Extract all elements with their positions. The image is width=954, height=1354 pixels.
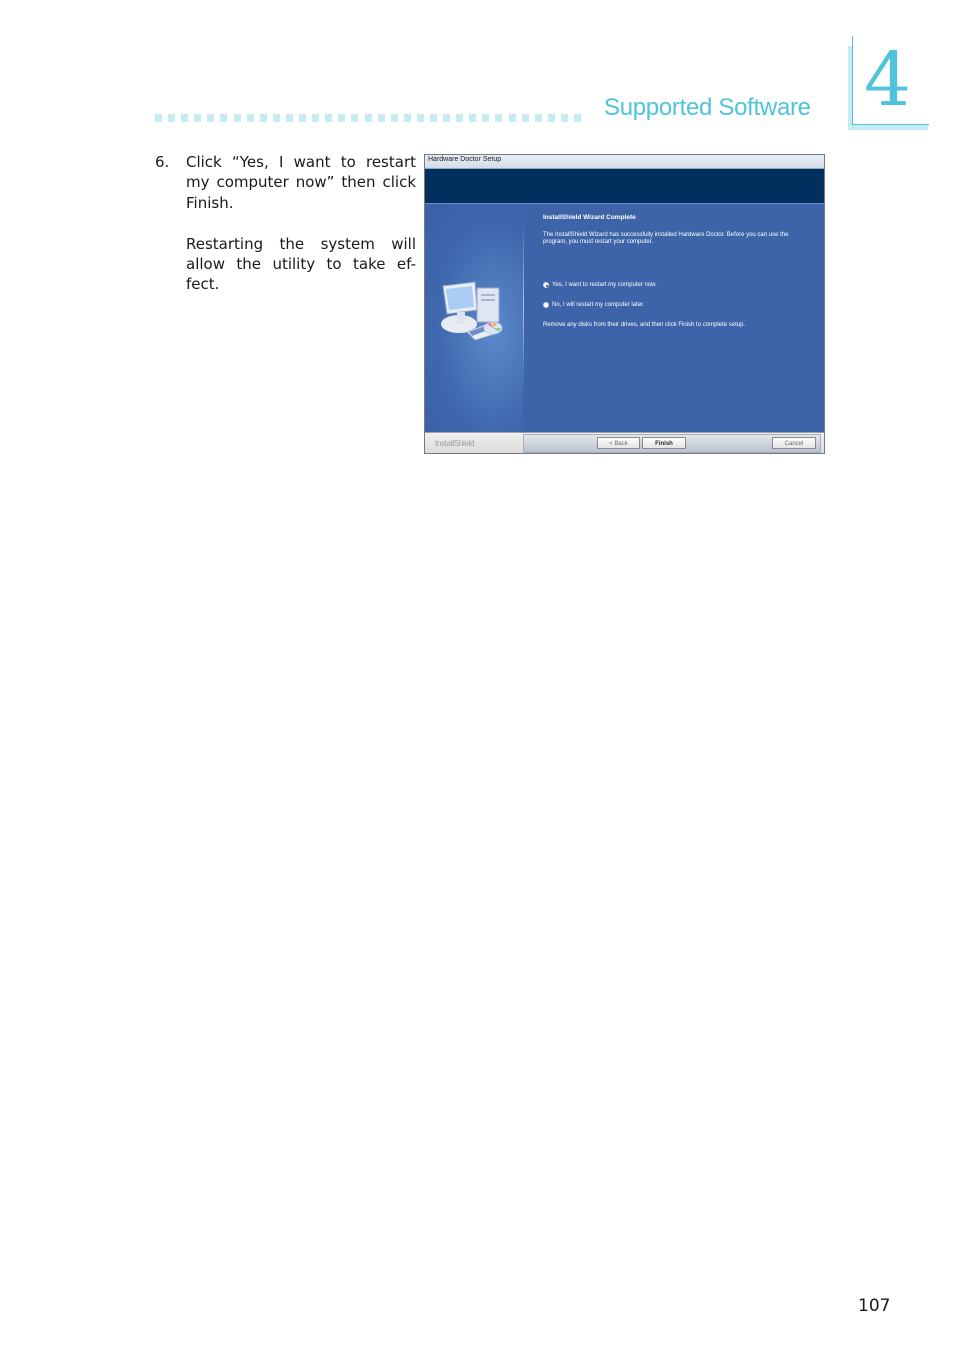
chapter-number: 4 bbox=[864, 37, 912, 123]
dot-square bbox=[181, 114, 189, 122]
dot-square bbox=[429, 114, 437, 122]
radio-restart-now[interactable]: Yes, I want to restart my computer now. bbox=[543, 282, 813, 288]
dot-square bbox=[482, 114, 490, 122]
dot-square bbox=[364, 114, 372, 122]
dot-square bbox=[155, 114, 162, 122]
dot-square bbox=[338, 114, 346, 122]
dot-square bbox=[560, 114, 568, 122]
radio-restart-later[interactable]: No, I will restart my computer later. bbox=[543, 302, 813, 308]
dot-square bbox=[508, 114, 516, 122]
installshield-logo: InstallShield bbox=[435, 439, 475, 448]
dialog-left-pane bbox=[425, 204, 523, 432]
dialog-titlebar: Hardware Doctor Setup bbox=[425, 155, 824, 169]
radio-label: Yes, I want to restart my computer now. bbox=[552, 282, 657, 288]
dot-square bbox=[390, 114, 398, 122]
dot-square bbox=[377, 114, 385, 122]
dot-square bbox=[534, 114, 542, 122]
header-dotted-rule bbox=[155, 114, 587, 122]
dot-square bbox=[312, 114, 320, 122]
chapter-title: Supported Software bbox=[604, 94, 811, 121]
dialog-content: InstallShield Wizard Complete The Instal… bbox=[543, 214, 813, 328]
dot-square bbox=[325, 114, 333, 122]
finish-button[interactable]: Finish bbox=[642, 437, 686, 449]
dot-square bbox=[272, 114, 280, 122]
computer-icon bbox=[441, 281, 503, 341]
dot-square bbox=[220, 114, 228, 122]
step-paragraph: Click “Yes, I want to restart my compute… bbox=[186, 153, 416, 212]
dot-square bbox=[194, 114, 202, 122]
dot-square bbox=[299, 114, 307, 122]
dot-square bbox=[246, 114, 254, 122]
step-body: Click “Yes, I want to restart my compute… bbox=[186, 152, 416, 315]
dot-square bbox=[521, 114, 529, 122]
dot-square bbox=[168, 114, 176, 122]
dot-square bbox=[495, 114, 503, 122]
dot-square bbox=[259, 114, 267, 122]
step-number: 6. bbox=[155, 153, 170, 171]
cancel-button[interactable]: Cancel bbox=[772, 437, 816, 449]
back-button[interactable]: < Back bbox=[597, 437, 640, 449]
dot-square bbox=[547, 114, 555, 122]
dot-square bbox=[403, 114, 411, 122]
dialog-divider bbox=[523, 220, 524, 390]
dialog-message: The InstallShield Wizard has successfull… bbox=[543, 232, 789, 245]
button-bar: < Back Finish Cancel bbox=[523, 434, 821, 453]
dot-square bbox=[416, 114, 424, 122]
dot-square bbox=[456, 114, 464, 122]
dot-square bbox=[285, 114, 293, 122]
dot-square bbox=[443, 114, 451, 122]
radio-selected-icon[interactable] bbox=[543, 282, 549, 288]
dot-square bbox=[207, 114, 215, 122]
dot-square bbox=[469, 114, 477, 122]
page-number: 107 bbox=[858, 1296, 891, 1316]
radio-unselected-icon[interactable] bbox=[543, 302, 549, 308]
dot-square bbox=[233, 114, 241, 122]
dialog-panel: InstallShield Wizard Complete The Instal… bbox=[425, 204, 824, 432]
dialog-footer: InstallShield < Back Finish Cancel bbox=[425, 432, 824, 453]
dot-square bbox=[574, 114, 581, 122]
dialog-heading: InstallShield Wizard Complete bbox=[543, 214, 636, 221]
setup-dialog-screenshot: Hardware Doctor Setup InstallShield Wiza… bbox=[424, 154, 825, 454]
dialog-note: Remove any disks from their drives, and … bbox=[543, 322, 746, 328]
step-paragraph: Restarting the system will allow the uti… bbox=[186, 234, 416, 294]
radio-label: No, I will restart my computer later. bbox=[552, 302, 645, 308]
dialog-banner bbox=[425, 169, 824, 204]
dialog-title: Hardware Doctor Setup bbox=[428, 156, 502, 163]
dot-square bbox=[351, 114, 359, 122]
